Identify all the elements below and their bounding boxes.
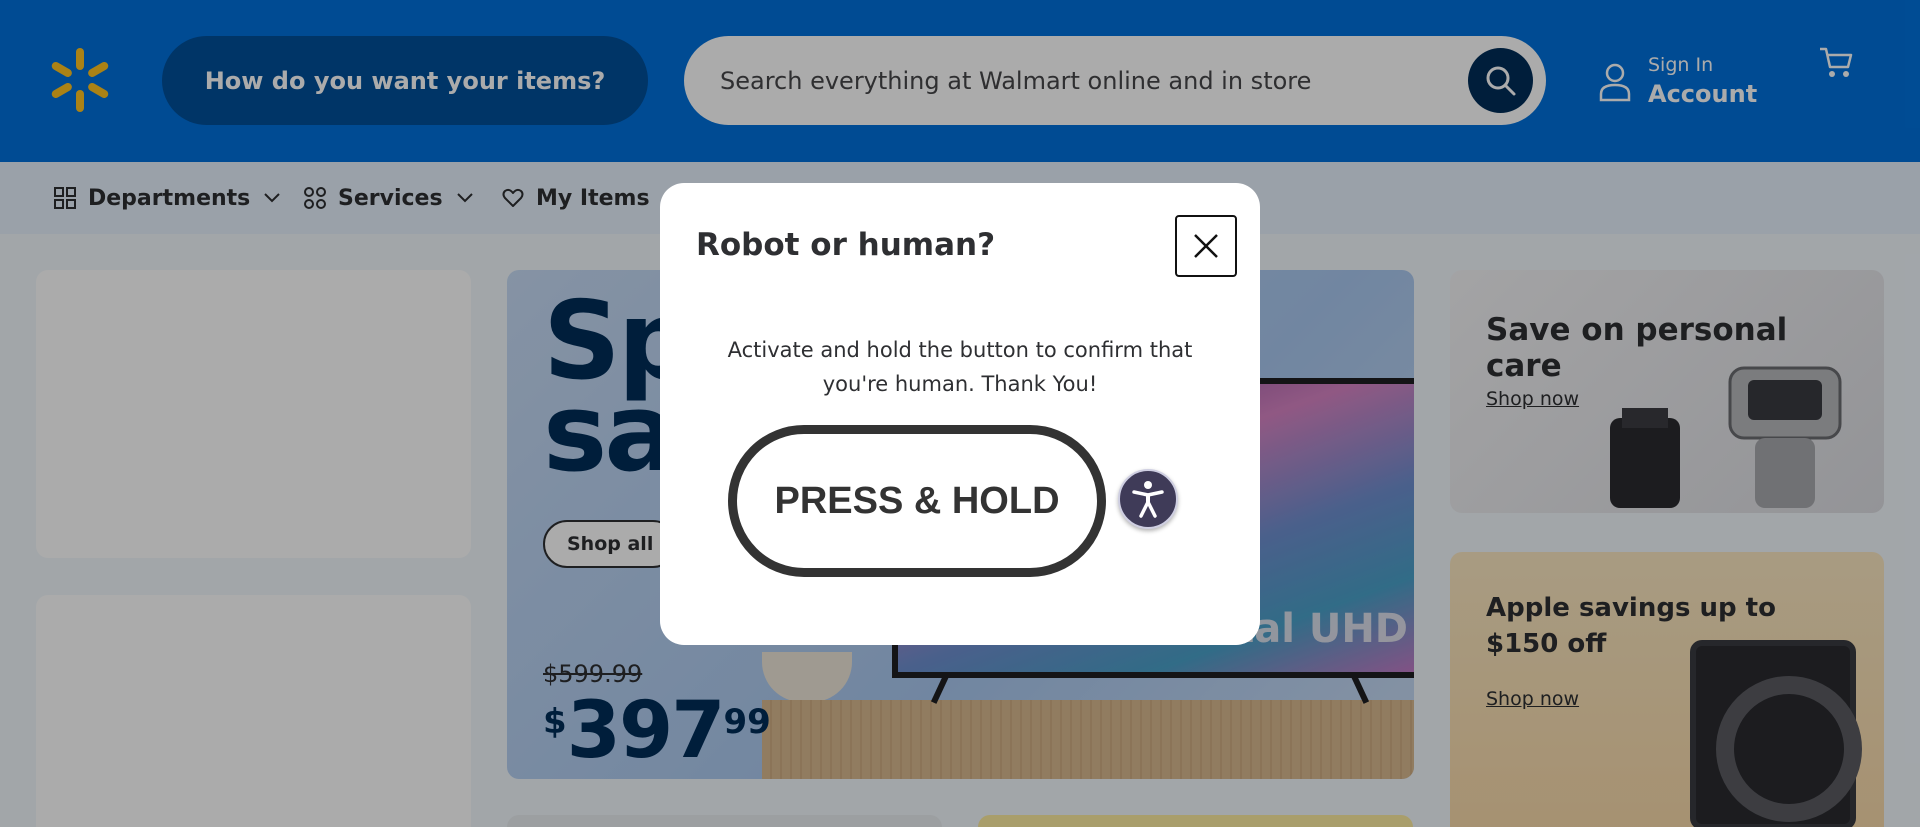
captcha-modal: Robot or human? Activate and hold the bu…: [660, 183, 1260, 645]
modal-title: Robot or human?: [696, 227, 996, 263]
press-and-hold-button[interactable]: PRESS & HOLD: [728, 425, 1106, 577]
accessibility-button[interactable]: [1118, 469, 1178, 529]
close-button[interactable]: [1175, 215, 1237, 277]
close-icon: [1194, 234, 1218, 258]
accessibility-icon: [1132, 481, 1164, 518]
modal-message: Activate and hold the button to confirm …: [727, 338, 1193, 396]
